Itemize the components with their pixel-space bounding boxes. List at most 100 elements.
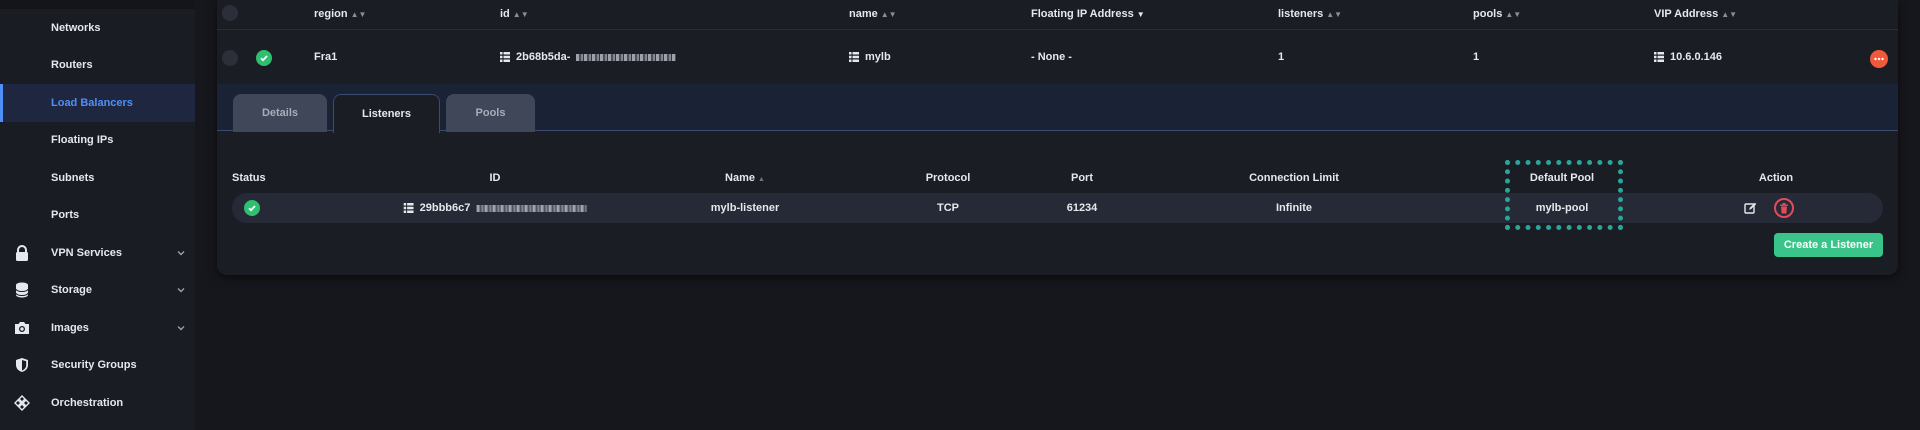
list-icon [1654,52,1664,62]
sidebar-item-orchestration[interactable]: Orchestration [0,384,195,422]
sidebar-item-images[interactable]: Images [0,309,195,347]
column-header-region[interactable]: region ▲▼ [314,8,366,20]
column-header-label: region [314,8,348,20]
cell-id[interactable]: 2b68b5da- [500,51,677,63]
column-header-label: VIP Address [1654,8,1719,20]
status-ok-icon [256,50,272,66]
sort-icon: ▲ [758,176,765,183]
tab-listeners[interactable]: Listeners [333,94,440,133]
column-header-id[interactable]: id ▲▼ [500,8,529,20]
tab-label: Details [261,107,299,119]
shield-icon [14,357,30,373]
more-actions-button[interactable] [1870,50,1888,68]
column-header-connection-limit: Connection Limit [1249,172,1339,184]
tab-label: Listeners [362,108,411,120]
sidebar-item-label: Subnets [51,171,95,184]
sort-icon: ▲▼ [1721,10,1738,19]
lock-icon [14,244,30,261]
sort-desc-icon: ▼ [1136,10,1145,19]
sidebar-item-label: Floating IPs [51,134,114,147]
column-header-label: listeners [1278,8,1324,20]
detail-tabs-bar: Details Listeners Pools [217,84,1898,133]
list-icon [403,203,414,213]
cell-vip-text: 10.6.0.146 [1670,51,1722,63]
sidebar-item-label: Security Groups [51,359,137,372]
column-header-action: Action [1758,172,1794,184]
tab-pools[interactable]: Pools [446,94,535,132]
orchestration-icon [14,394,30,411]
status-ok-icon [244,200,260,216]
sidebar-item-storage[interactable]: Storage [0,272,195,310]
delete-button[interactable] [1774,198,1794,218]
cell-listener-id[interactable]: 29bbb6c7 [403,202,587,214]
load-balancer-table-header: region ▲▼ id ▲▼ name ▲▼ Floating IP Address… [217,0,1898,30]
sidebar-item-label: Networks [51,21,101,34]
column-header-name[interactable]: name ▲▼ [849,8,897,20]
sidebar-item-floating-ips[interactable]: Floating IPs [0,122,195,160]
cell-listener-id-text: 29bbb6c7 [419,202,471,214]
sidebar-item-label: Routers [51,59,93,72]
sidebar-item-networks[interactable]: Networks [0,9,195,47]
sidebar-item-ports[interactable]: Ports [0,197,195,235]
main-content: region ▲▼ id ▲▼ name ▲▼ Floating IP Address… [195,0,1920,430]
sidebar-item-label: VPN Services [51,246,122,259]
sort-icon: ▲▼ [1505,10,1522,19]
chevron-down-icon[interactable] [175,322,187,334]
tab-label: Pools [475,107,506,119]
list-icon [500,52,510,62]
table-row[interactable]: Fra1 2b68b5da- mylb - None - 1 1 10.6.0.… [217,42,1898,74]
sort-icon: ▲▼ [1326,10,1343,19]
sidebar-top-strip [0,0,195,9]
cell-listeners: 1 [1278,51,1285,63]
column-header-name[interactable]: Name ▲ [725,172,765,184]
create-listener-button[interactable]: Create a Listener [1774,233,1883,257]
row-checkbox[interactable] [222,50,238,66]
sidebar-item-load-balancers[interactable]: Load Balancers [0,84,195,122]
cell-pools: 1 [1473,51,1480,63]
sidebar-item-label: Orchestration [51,396,124,409]
column-header-port: Port [1071,172,1093,184]
sidebar-item-label: Ports [51,209,80,222]
cell-region: Fra1 [314,51,338,63]
sidebar-item-label: Load Balancers [51,96,133,109]
cell-id-text: 2b68b5da- [516,51,571,63]
sidebar-item-label: Storage [51,284,92,297]
column-header-vip[interactable]: VIP Address ▲▼ [1654,8,1737,20]
select-all-checkbox[interactable] [222,5,238,21]
column-header-label: id [500,8,510,20]
redacted-text [576,53,677,61]
redacted-text [476,204,587,212]
load-balancer-table-card: region ▲▼ id ▲▼ name ▲▼ Floating IP Address… [217,0,1898,275]
sidebar-item-security-groups[interactable]: Security Groups [0,347,195,385]
sidebar-item-vpn-services[interactable]: VPN Services [0,234,195,272]
default-pool-highlight [1505,160,1623,230]
cell-name-text: mylb [865,51,891,63]
sidebar-item-routers[interactable]: Routers [0,47,195,85]
camera-icon [14,320,30,336]
column-header-floating-ip[interactable]: Floating IP Address ▼ [1031,8,1145,20]
trash-icon [1780,202,1788,213]
sort-icon: ▲▼ [350,10,367,19]
column-header-label: name [849,8,878,20]
column-header-pools[interactable]: pools ▲▼ [1473,8,1521,20]
column-header-status: Status [232,172,266,184]
database-icon [14,282,30,298]
cell-vip[interactable]: 10.6.0.146 [1654,51,1722,63]
cell-connection-limit: Infinite [1275,202,1313,214]
chevron-down-icon[interactable] [175,284,187,296]
cell-name[interactable]: mylb [849,51,891,63]
tab-details[interactable]: Details [233,94,327,132]
cell-port: 61234 [1066,202,1098,214]
cell-listener-name: mylb-listener [710,202,780,214]
sidebar-item-label: Images [51,321,89,334]
column-header-listeners[interactable]: listeners ▲▼ [1278,8,1342,20]
listener-row[interactable]: 29bbb6c7 mylb-listener TCP 61234 Infinit… [232,193,1883,223]
column-header-label: Name [725,172,756,184]
edit-icon[interactable] [1742,200,1758,216]
list-icon [849,52,859,62]
chevron-down-icon[interactable] [175,247,187,259]
sidebar-item-subnets[interactable]: Subnets [0,159,195,197]
sort-icon: ▲▼ [880,10,897,19]
column-header-id: ID [489,172,501,184]
cell-floating-ip: - None - [1031,51,1072,63]
